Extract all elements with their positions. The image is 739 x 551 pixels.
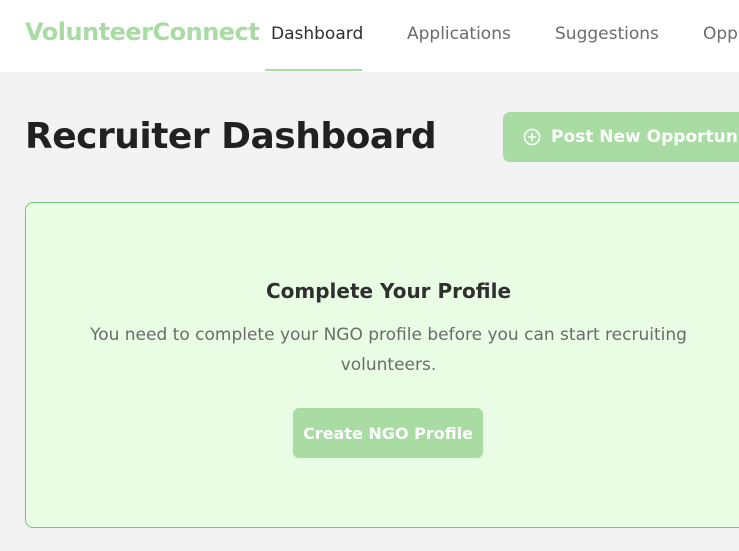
post-new-opportunity-label: Post New Opportunity (551, 127, 739, 147)
plus-circle-icon (523, 128, 541, 146)
card-message: You need to complete your NGO profile be… (90, 325, 687, 375)
create-ngo-profile-button[interactable]: Create NGO Profile (293, 408, 483, 458)
nav-item-opportunities[interactable]: Opportunities (703, 24, 739, 44)
top-navbar: VolunteerConnect Dashboard Applications … (0, 0, 739, 72)
page-title: Recruiter Dashboard (25, 116, 437, 157)
post-new-opportunity-button[interactable]: Post New Opportunity (503, 112, 739, 162)
card-title: Complete Your Profile (265, 279, 512, 303)
nav-item-suggestions[interactable]: Suggestions (555, 24, 659, 44)
nav-item-applications[interactable]: Applications (407, 24, 511, 44)
nav-item-dashboard[interactable]: Dashboard (271, 24, 363, 44)
complete-profile-card: Complete Your Profile You need to comple… (25, 202, 739, 528)
brand-logo[interactable]: VolunteerConnect (25, 18, 260, 46)
active-tab-indicator (265, 69, 362, 71)
